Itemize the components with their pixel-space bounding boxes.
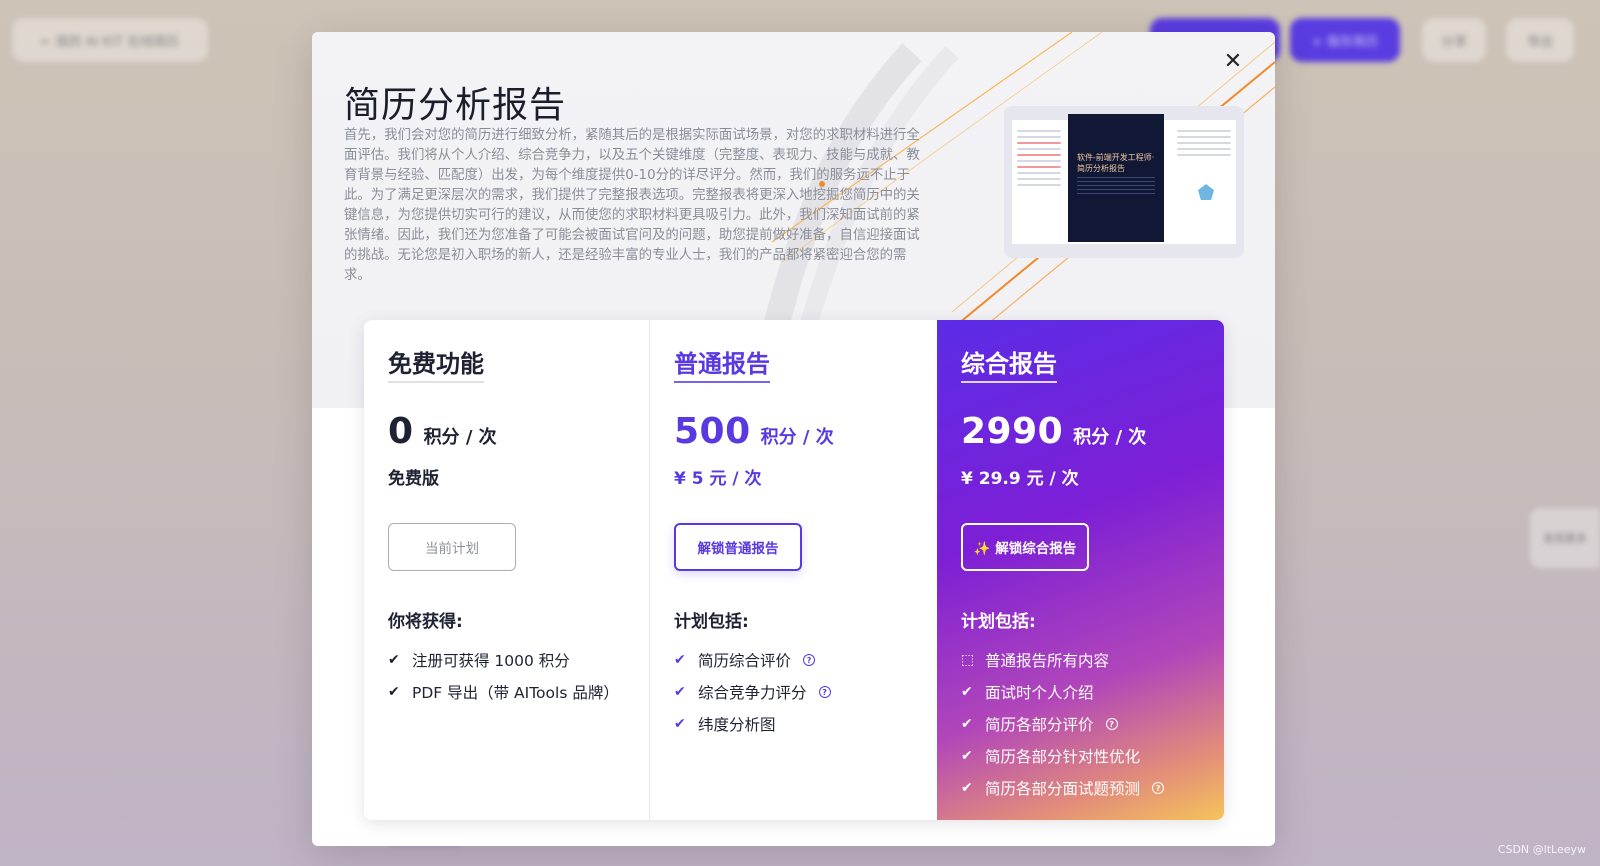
check-icon: ✔ — [961, 748, 973, 764]
list-item: ✔ 简历各部分针对性优化 — [961, 746, 1200, 766]
check-icon: ✔ — [388, 684, 400, 700]
export-button[interactable]: 导出 — [1506, 18, 1574, 62]
unlock-normal-report-button[interactable]: 解锁普通报告 — [674, 523, 802, 571]
plan-subtitle: ¥ 5 元 / 次 — [674, 469, 762, 489]
watermark: CSDN @ltLeeyw — [1497, 843, 1586, 856]
plan-price-unit: 积分 / 次 — [1073, 427, 1147, 448]
plan-name: 综合报告 — [961, 344, 1057, 383]
list-item: ✔ 注册可获得 1000 积分 — [388, 650, 625, 670]
preview-cover: 软件-前端开发工程师·简历分析报告 — [1068, 114, 1164, 242]
plan-subtitle: 免费版 — [388, 469, 439, 489]
plan-price-unit: 积分 / 次 — [423, 427, 497, 448]
pricing-plans: 免费功能 0 积分 / 次 免费版 当前计划 你将获得: ✔ 注册可获得 1000… — [364, 320, 1224, 820]
save-resume-button[interactable]: + 保存简历 — [1290, 18, 1400, 62]
feature-label: PDF 导出（带 AITools 品牌） — [412, 684, 619, 702]
list-item: ✔ 简历综合评价? — [674, 650, 913, 670]
preview-page-left — [1014, 126, 1064, 238]
check-icon: ✔ — [674, 716, 686, 732]
box-icon: ⬚ — [961, 652, 975, 668]
check-icon: ✔ — [388, 652, 400, 668]
plan-price: 500 — [674, 411, 751, 452]
feature-list: ✔ 注册可获得 1000 积分 ✔ PDF 导出（带 AITools 品牌） — [388, 650, 625, 702]
unlock-pro-report-button[interactable]: ✨ 解锁综合报告 — [961, 523, 1089, 571]
question-circle-icon[interactable]: ? — [1105, 718, 1118, 730]
features-title: 你将获得: — [388, 612, 463, 632]
features-title: 计划包括: — [674, 612, 749, 632]
list-item: ✔ PDF 导出（带 AITools 品牌） — [388, 682, 625, 702]
plan-name: 免费功能 — [388, 344, 484, 383]
check-icon: ✔ — [961, 684, 973, 700]
feature-label: 纬度分析图 — [698, 716, 776, 734]
feature-label: 简历各部分面试题预测 — [985, 780, 1141, 798]
modal-description: 首先，我们会对您的简历进行细致分析，紧随其后的是根据实际面试场景，对您的求职材料… — [344, 128, 920, 283]
question-circle-icon[interactable]: ? — [803, 654, 816, 666]
plan-card-pro: 综合报告 2990 积分 / 次 ¥ 29.9 元 / 次 ✨ 解锁综合报告 计… — [937, 320, 1224, 820]
preview-page-right — [1174, 126, 1234, 238]
share-button[interactable]: 分享 — [1422, 18, 1486, 62]
plan-subtitle: ¥ 29.9 元 / 次 — [961, 469, 1079, 489]
preview-cover-text: 软件-前端开发工程师·简历分析报告 — [1077, 153, 1155, 173]
check-icon: ✔ — [674, 652, 686, 668]
back-button[interactable]: ← 我的 AI KIT 在线简历 — [12, 18, 208, 62]
list-item: ✔ 简历各部分评价? — [961, 714, 1200, 734]
check-icon: ✔ — [961, 716, 973, 732]
plan-card-free: 免费功能 0 积分 / 次 免费版 当前计划 你将获得: ✔ 注册可获得 1000… — [364, 320, 650, 820]
feature-label: 注册可获得 1000 积分 — [412, 652, 570, 670]
side-tab[interactable]: 发现更多 — [1530, 508, 1600, 568]
list-item: ✔ 纬度分析图 — [674, 714, 913, 734]
list-item: ✔ 综合竞争力评分? — [674, 682, 913, 702]
check-icon: ✔ — [961, 780, 973, 796]
list-item: ⬚ 普通报告所有内容 — [961, 650, 1200, 670]
close-icon[interactable]: ✕ — [1221, 50, 1245, 74]
report-preview-image: 软件-前端开发工程师·简历分析报告 — [1004, 106, 1244, 258]
plan-price: 2990 — [961, 411, 1064, 452]
question-circle-icon[interactable]: ? — [818, 686, 831, 698]
list-item: ✔ 简历各部分面试题预测? — [961, 778, 1200, 798]
feature-label: 简历各部分针对性优化 — [985, 748, 1141, 766]
feature-label: 综合竞争力评分 — [698, 684, 807, 702]
plan-card-normal: 普通报告 500 积分 / 次 ¥ 5 元 / 次 解锁普通报告 计划包括: ✔… — [650, 320, 937, 820]
current-plan-button[interactable]: 当前计划 — [388, 523, 516, 571]
check-icon: ✔ — [674, 684, 686, 700]
feature-label: 简历各部分评价 — [985, 716, 1094, 734]
feature-label: 简历综合评价 — [698, 652, 792, 670]
feature-list: ⬚ 普通报告所有内容 ✔ 面试时个人介绍 ✔ 简历各部分评价? ✔ 简历各部分针对性优化… — [961, 650, 1200, 798]
plan-price-unit: 积分 / 次 — [760, 427, 834, 448]
feature-list: ✔ 简历综合评价? ✔ 综合竞争力评分? ✔ 纬度分析图 — [674, 650, 913, 734]
plan-name: 普通报告 — [674, 344, 770, 383]
question-circle-icon[interactable]: ? — [1152, 782, 1165, 794]
modal-title: 简历分析报告 — [344, 85, 567, 126]
feature-label: 普通报告所有内容 — [985, 652, 1110, 670]
report-modal: ✕ 简历分析报告 首先，我们会对您的简历进行细致分析，紧随其后的是根据实际面试场… — [312, 32, 1275, 846]
feature-label: 面试时个人介绍 — [985, 684, 1094, 702]
features-title: 计划包括: — [961, 612, 1036, 632]
list-item: ✔ 面试时个人介绍 — [961, 682, 1200, 702]
plan-price: 0 — [388, 411, 414, 452]
